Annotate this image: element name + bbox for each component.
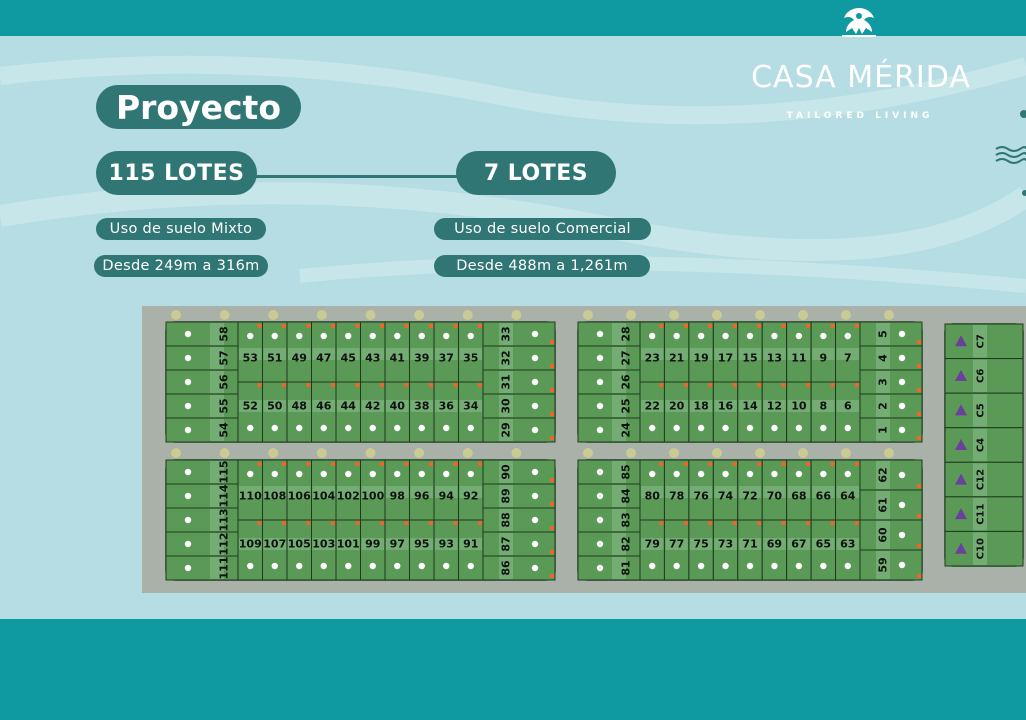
commercial-size-range: Desde 488m a 1,261m: [434, 255, 650, 277]
page-title: Proyecto: [96, 85, 301, 129]
commercial-lots-count: 7 LOTES: [456, 151, 616, 195]
mixed-size-range: Desde 249m a 316m: [94, 255, 268, 277]
brand-logo-icon: [842, 8, 876, 37]
brand-name: CASA MÉRIDA: [751, 60, 971, 95]
brand-tagline: TAILORED LIVING: [786, 111, 934, 121]
lots-connector-line: [250, 175, 462, 178]
water-waves-icon: [995, 146, 1026, 164]
mixed-lots-count: 115 LOTES: [96, 151, 257, 195]
decorative-dot: [1020, 110, 1026, 118]
decorative-dot: [1022, 190, 1026, 196]
commercial-use-label: Uso de suelo Comercial: [434, 218, 651, 240]
mixed-use-label: Uso de suelo Mixto: [96, 218, 266, 240]
bottom-bar: [0, 619, 1026, 720]
